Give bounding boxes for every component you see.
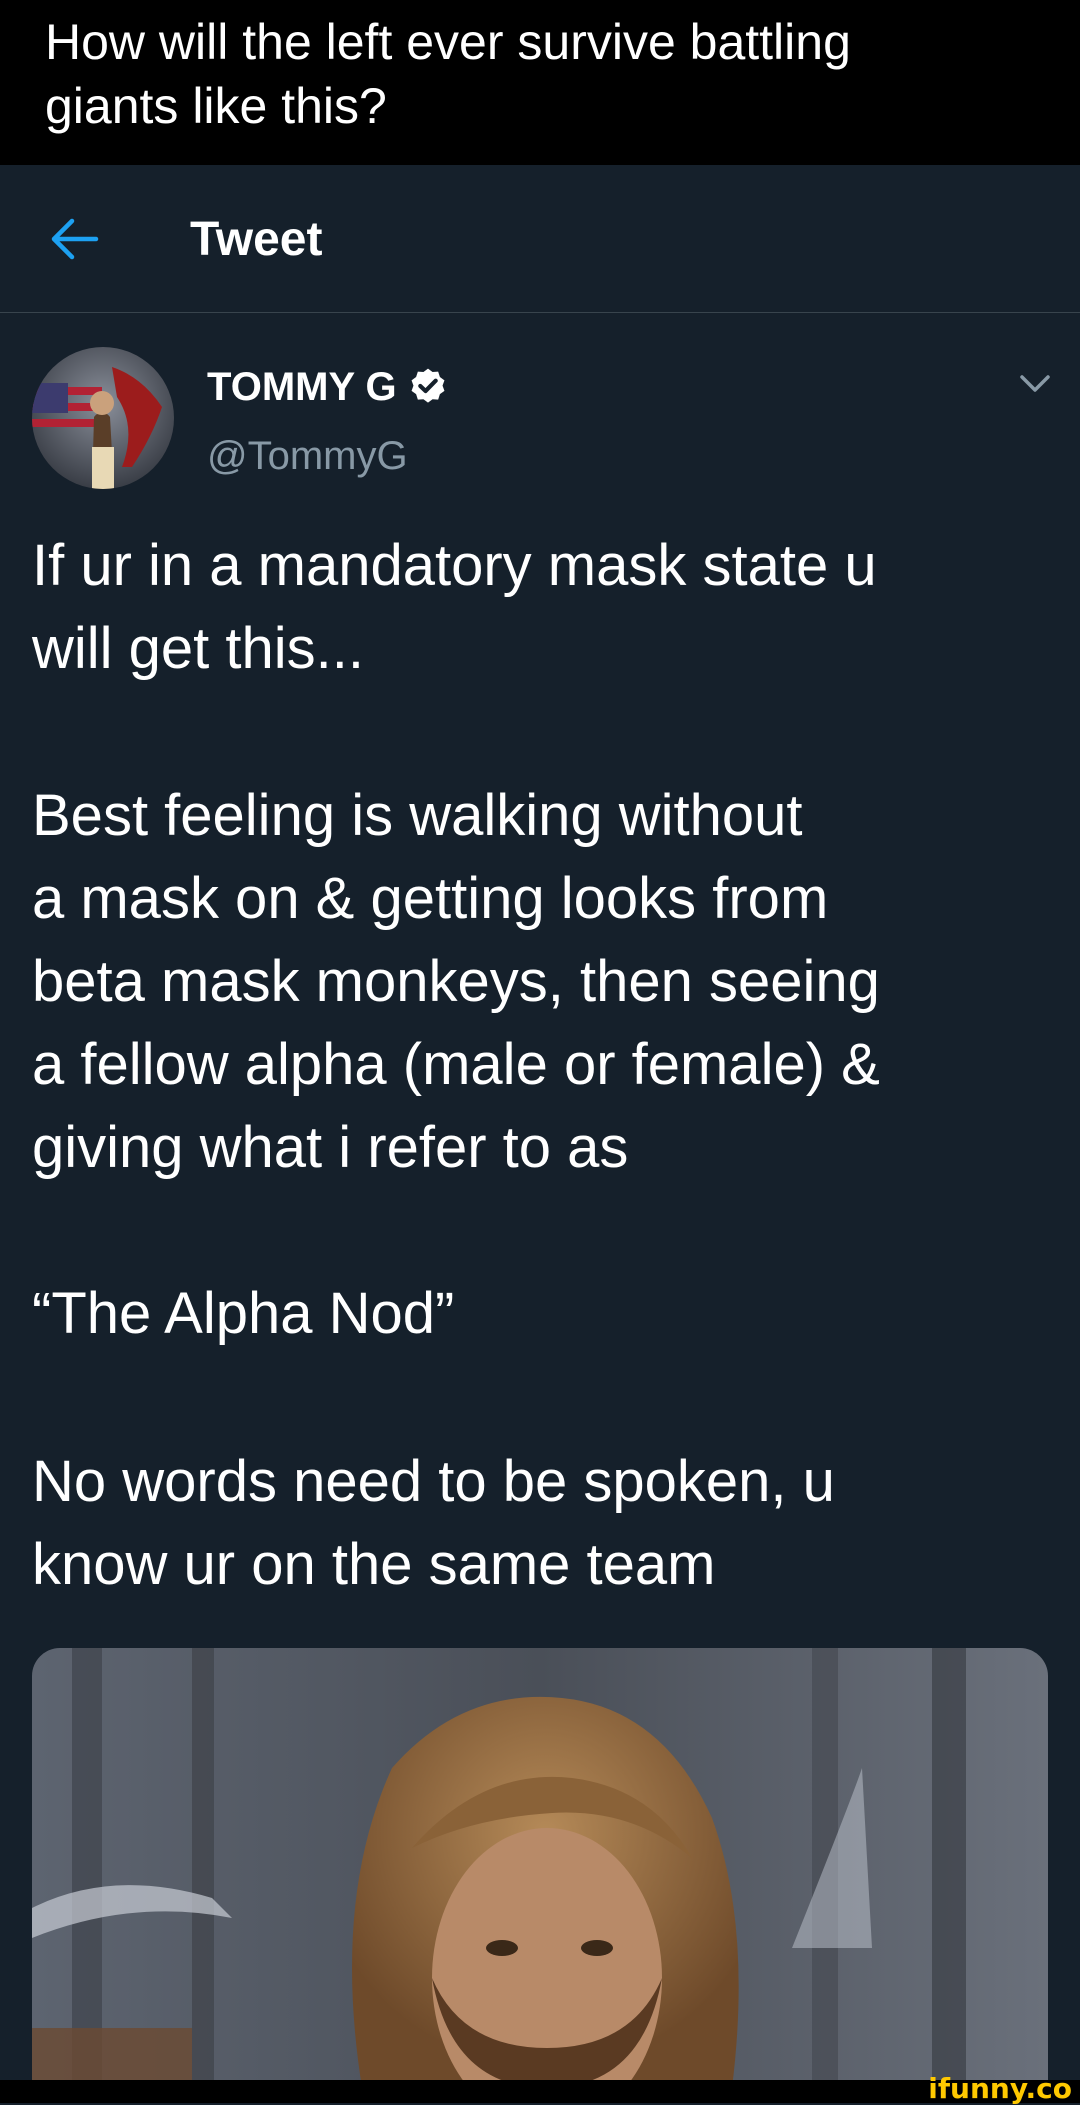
verified-badge-icon (411, 368, 445, 403)
arrow-left-icon[interactable] (48, 215, 100, 263)
page-title: Tweet (190, 213, 323, 266)
tweet-text-line: know ur on the same team (32, 1532, 716, 1597)
caption-line-2: giants like this? (45, 78, 387, 134)
avatar[interactable] (32, 347, 174, 489)
display-name[interactable]: TOMMY G (207, 363, 449, 411)
chevron-down-icon[interactable] (1018, 372, 1052, 396)
watermark-bar (0, 2080, 1080, 2103)
caption-bar: How will the left ever survive battling … (0, 0, 1080, 165)
tweet-media-image[interactable] (32, 1648, 1048, 2088)
caption-text: How will the left ever survive battling … (45, 10, 1045, 138)
tweet-text-line: giving what i refer to as (32, 1115, 629, 1180)
tweet-text-line: Best feeling is walking without (32, 783, 803, 848)
tweet-text-line: beta mask monkeys, then seeing (32, 949, 880, 1014)
display-name-text: TOMMY G (207, 365, 397, 409)
tweet-text-line: a fellow alpha (male or female) & (32, 1032, 880, 1097)
tweet-header: Tweet (0, 165, 1080, 313)
tweet-text-line: If ur in a mandatory mask state u (32, 533, 877, 598)
tweet-text-line: No words need to be spoken, u (32, 1449, 835, 1514)
tweet-text-line: will get this... (32, 616, 364, 681)
caption-line-1: How will the left ever survive battling (45, 14, 851, 70)
tweet-text-line: “The Alpha Nod” (32, 1281, 455, 1346)
ifunny-watermark: ifunny.co (928, 2072, 1072, 2105)
tweet-text-line: a mask on & getting looks from (32, 866, 829, 931)
handle[interactable]: @TommyG (207, 432, 408, 480)
